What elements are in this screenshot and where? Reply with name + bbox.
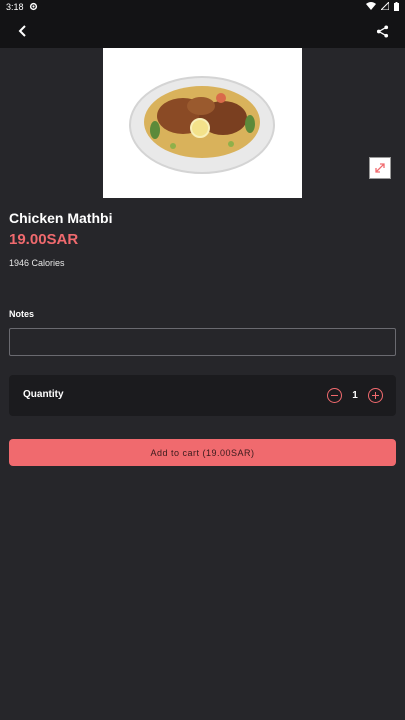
- notes-input[interactable]: [9, 328, 396, 356]
- quantity-card: Quantity 1: [9, 375, 396, 416]
- minus-icon: [331, 394, 338, 397]
- product-calories: 1946 Calories: [9, 258, 65, 268]
- quantity-label: Quantity: [23, 389, 64, 400]
- battery-icon: [394, 1, 399, 13]
- quantity-value: 1: [352, 390, 358, 401]
- share-button[interactable]: [367, 16, 397, 46]
- signal-icon: [379, 0, 390, 12]
- increase-quantity-button[interactable]: [368, 388, 383, 403]
- product-name: Chicken Mathbi: [9, 210, 113, 226]
- back-button[interactable]: [8, 16, 38, 46]
- decrease-quantity-button[interactable]: [327, 388, 342, 403]
- back-arrow-icon: [18, 25, 26, 37]
- expand-icon: [375, 163, 385, 173]
- notes-label: Notes: [9, 309, 35, 319]
- product-price: 19.00SAR: [9, 231, 79, 248]
- app-toolbar: [0, 14, 405, 48]
- add-to-cart-button[interactable]: Add to cart (19.00SAR): [9, 439, 396, 466]
- quantity-stepper: 1: [327, 387, 383, 404]
- expand-image-button[interactable]: [369, 157, 391, 179]
- wifi-icon: [366, 2, 376, 12]
- food-plate-image: [129, 76, 275, 174]
- share-icon: [376, 24, 388, 38]
- status-time: 3:18: [6, 2, 24, 12]
- status-bar: 3:18: [0, 0, 405, 14]
- settings-icon: [29, 2, 38, 13]
- product-image[interactable]: [103, 48, 302, 198]
